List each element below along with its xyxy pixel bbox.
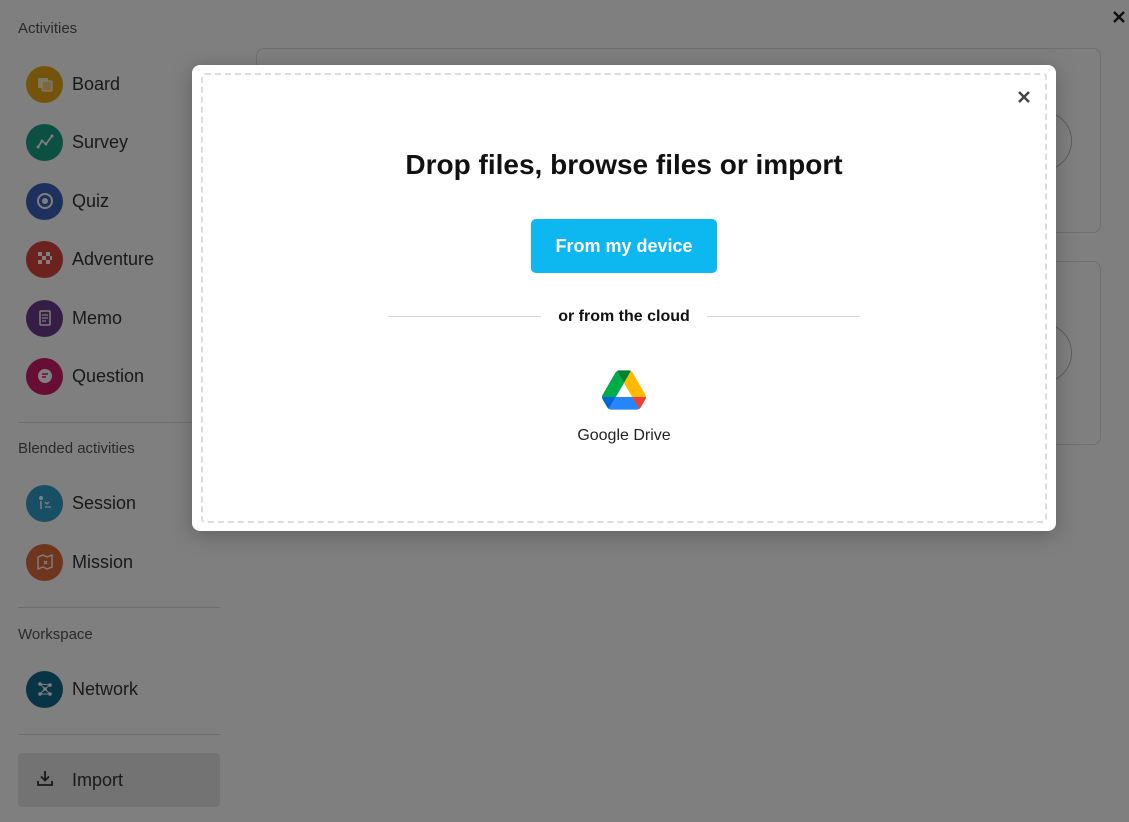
dropzone[interactable] xyxy=(201,73,1047,523)
divider xyxy=(707,316,860,317)
from-device-button[interactable]: From my device xyxy=(531,219,717,273)
google-drive-label: Google Drive xyxy=(577,427,671,444)
close-icon[interactable] xyxy=(1015,88,1033,106)
modal-title: Drop files, browse files or import xyxy=(405,149,843,180)
import-modal: Drop files, browse files or import From … xyxy=(192,65,1056,531)
google-drive-icon xyxy=(602,370,646,415)
google-drive-button[interactable]: Google Drive xyxy=(564,370,684,446)
cloud-text: or from the cloud xyxy=(558,308,690,325)
